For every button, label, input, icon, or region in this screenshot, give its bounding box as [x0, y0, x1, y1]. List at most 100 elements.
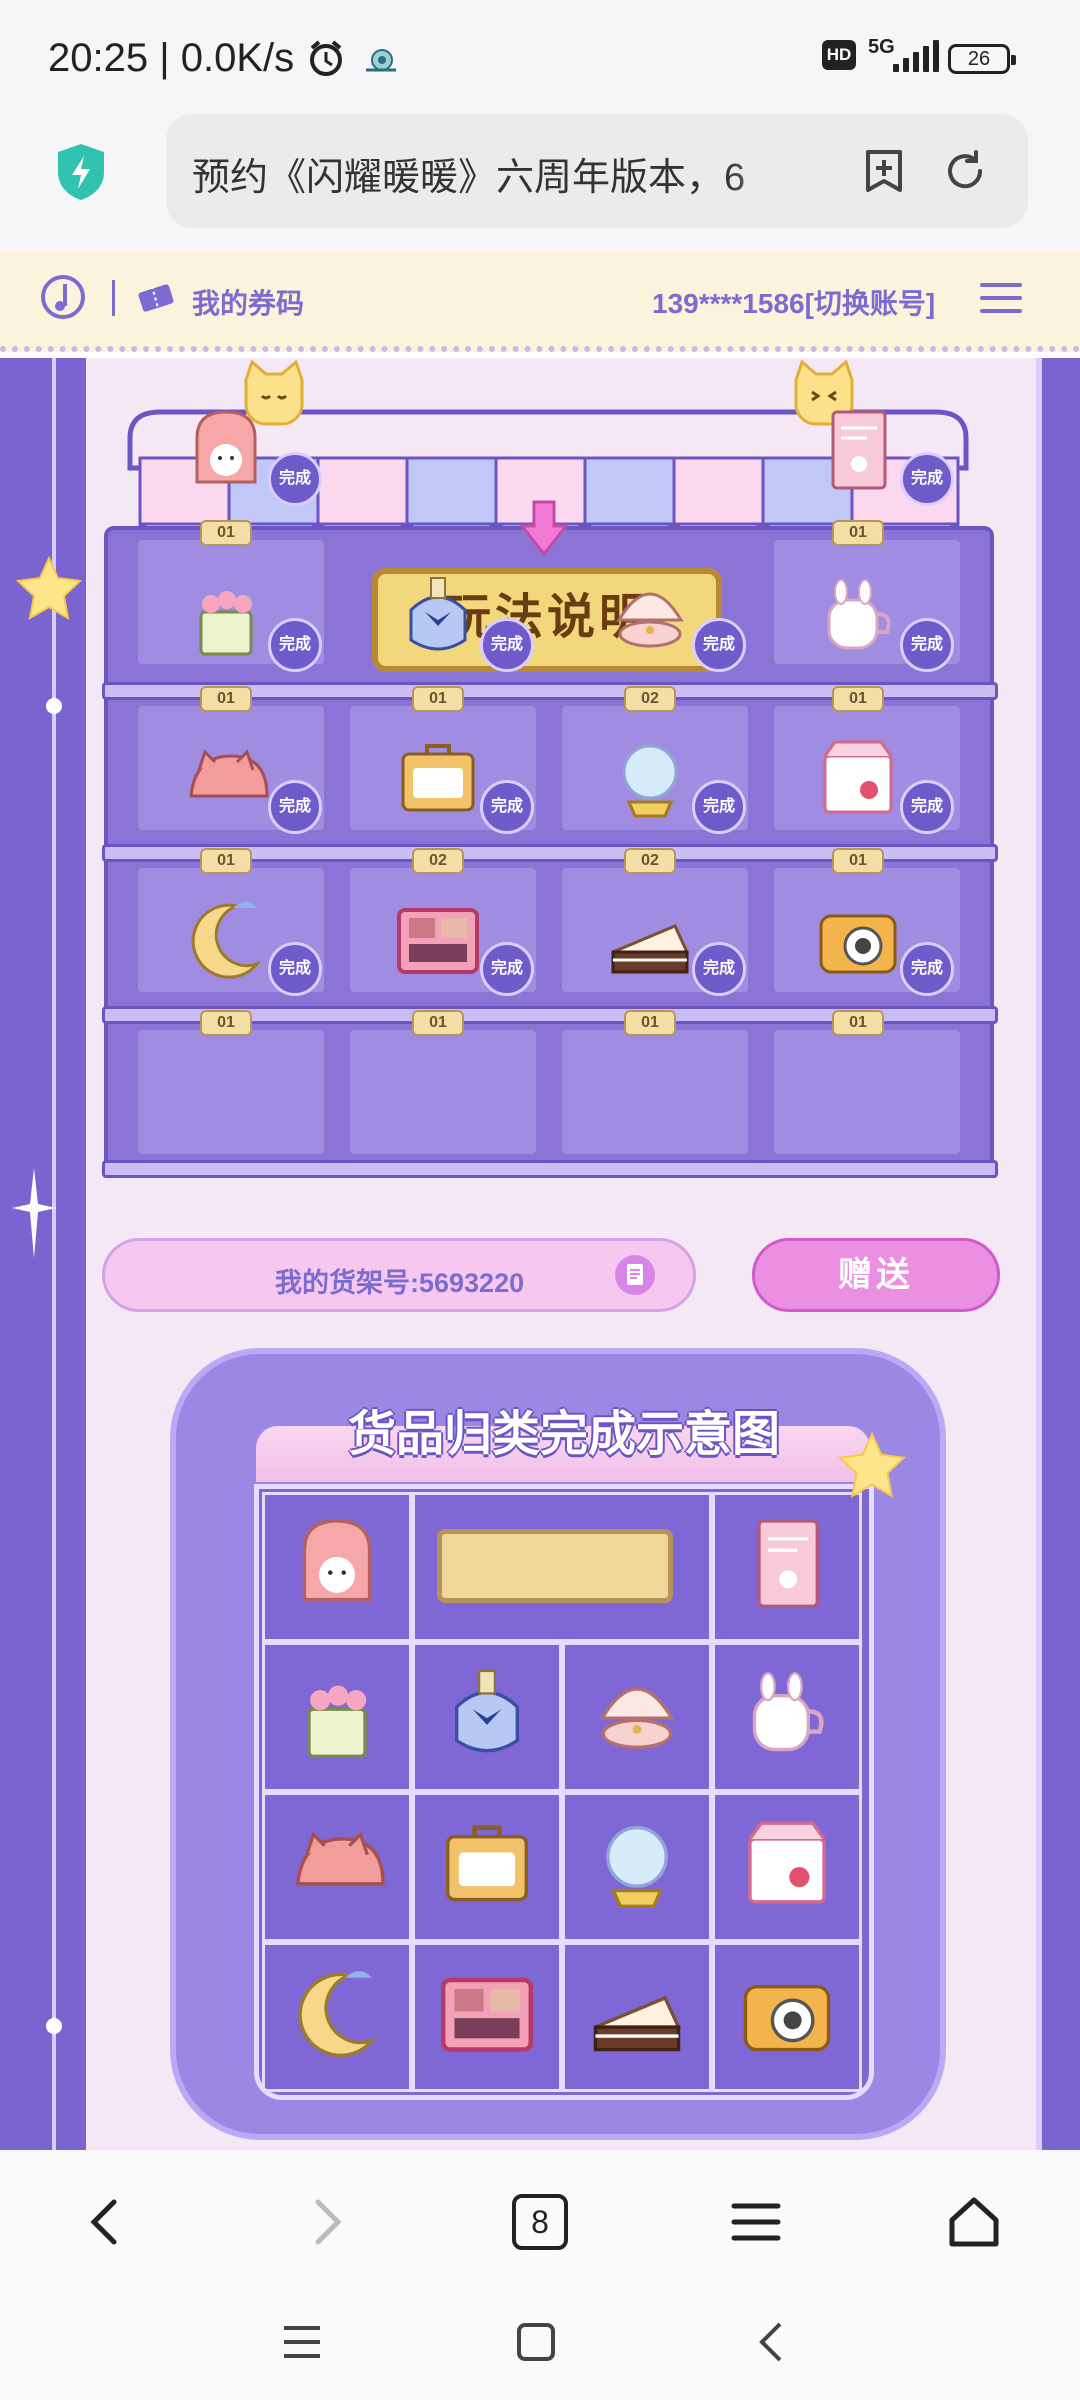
browser-toolbar: 8 — [0, 2150, 1080, 2290]
shelf-slot[interactable] — [774, 1030, 960, 1154]
menu-icon[interactable] — [728, 2194, 784, 2250]
cat-beret-item[interactable] — [177, 732, 275, 830]
home-button-icon[interactable] — [514, 2320, 558, 2364]
guide-cell — [412, 1492, 712, 1642]
my-coupon-link[interactable]: 我的券码 — [192, 282, 304, 322]
item-count-tag: 02 — [624, 848, 676, 874]
coupon-icon[interactable] — [138, 282, 174, 312]
copy-icon[interactable] — [615, 1255, 655, 1295]
photo-album-guide-icon — [757, 1519, 819, 1608]
bunny-backpack-item[interactable] — [177, 404, 275, 502]
crystal-ball-item[interactable] — [601, 732, 699, 830]
forward-icon[interactable] — [298, 2194, 354, 2250]
network-type: 5G — [868, 36, 895, 58]
item-count-tag: 01 — [624, 1010, 676, 1036]
cat-beret-guide-icon — [295, 1831, 385, 1886]
item-count-tag: 01 — [200, 520, 252, 546]
game-header: 我的券码 139****1586[切换账号] — [0, 252, 1080, 352]
status-bar: 20:25 | 0.0K/s HD 5G 26 — [0, 0, 1080, 112]
signal-icon — [893, 40, 939, 72]
item-count-tag: 01 — [200, 1010, 252, 1036]
chocolate-cake-item[interactable] — [601, 894, 699, 992]
chocolate-cake-guide-icon — [593, 1995, 682, 2052]
item-count-tag: 01 — [832, 848, 884, 874]
moon-pillow-guide-icon — [298, 1970, 377, 2057]
complete-badge: 完成 — [480, 942, 534, 996]
bunny-mug-guide-icon — [752, 1672, 824, 1752]
flower-basket-item[interactable] — [177, 570, 275, 668]
milk-carton-guide-icon — [748, 1821, 826, 1904]
bunny-mug-item[interactable] — [809, 570, 907, 668]
complete-badge: 完成 — [900, 452, 954, 506]
photo-album-item[interactable] — [809, 404, 907, 502]
star-decoration-icon — [15, 555, 83, 620]
browser-address-bar: 预约《闪耀暖暖》六周年版本，6 — [0, 112, 1080, 252]
hd-badge: HD — [822, 40, 856, 70]
home-icon[interactable] — [946, 2194, 1002, 2250]
item-count-tag: 02 — [624, 686, 676, 712]
star-decoration-icon — [837, 1431, 907, 1498]
perfume-bottle-item[interactable] — [389, 570, 487, 668]
camera-item[interactable] — [809, 894, 907, 992]
crystal-ball-guide-icon — [606, 1826, 668, 1908]
item-count-tag: 01 — [200, 686, 252, 712]
tabs-button[interactable]: 8 — [512, 2194, 568, 2250]
complete-badge: 完成 — [268, 618, 322, 672]
complete-badge: 完成 — [480, 780, 534, 834]
shelf-number-text: 我的货架号:5693220 — [275, 1268, 525, 1298]
complete-badge: 完成 — [692, 780, 746, 834]
url-field[interactable]: 预约《闪耀暖暖》六周年版本，6 — [166, 114, 1028, 228]
battery-icon: 26 — [948, 44, 1016, 74]
complete-badge: 完成 — [900, 618, 954, 672]
complete-badge: 完成 — [268, 942, 322, 996]
item-count-tag: 01 — [832, 686, 884, 712]
milk-carton-item[interactable] — [809, 732, 907, 830]
gift-button[interactable]: 赠送 — [752, 1238, 1000, 1312]
complete-badge: 完成 — [692, 618, 746, 672]
bunny-backpack-guide-icon — [302, 1519, 372, 1602]
nikki-palette-guide-icon — [440, 1977, 534, 2052]
perfume-bottle-guide-icon — [455, 1669, 519, 1753]
security-shield-icon[interactable] — [54, 142, 108, 202]
guide-grid — [254, 1484, 874, 2100]
status-time: 20:25 | 0.0K/s — [48, 36, 295, 80]
item-count-tag: 01 — [832, 1010, 884, 1036]
recents-icon[interactable] — [280, 2320, 324, 2364]
add-bookmark-icon[interactable] — [862, 148, 906, 194]
shell-ring-box-item[interactable] — [601, 570, 699, 668]
complete-badge: 完成 — [480, 618, 534, 672]
flower-basket-guide-icon — [307, 1685, 367, 1758]
item-count-tag: 02 — [412, 848, 464, 874]
moon-pillow-item[interactable] — [177, 894, 275, 992]
suitcase-item[interactable] — [389, 732, 487, 830]
suitcase-guide-icon — [446, 1825, 528, 1902]
complete-badge: 完成 — [268, 780, 322, 834]
system-nav-bar — [0, 2290, 1080, 2400]
back-button-icon[interactable] — [750, 2320, 794, 2364]
switch-account-link[interactable]: 139****1586[切换账号] — [652, 282, 935, 322]
shelf-number-field: 我的货架号:5693220 — [102, 1238, 696, 1312]
complete-badge: 完成 — [900, 942, 954, 996]
shelf-slot[interactable] — [350, 1030, 536, 1154]
item-count-tag: 01 — [832, 520, 884, 546]
complete-badge: 完成 — [692, 942, 746, 996]
shelf-slot[interactable] — [562, 1030, 748, 1154]
back-icon[interactable] — [78, 2194, 134, 2250]
menu-icon[interactable] — [980, 280, 1022, 316]
refresh-icon[interactable] — [942, 148, 988, 194]
item-count-tag: 01 — [200, 848, 252, 874]
shell-ring-box-guide-icon — [599, 1687, 675, 1749]
item-count-tag: 01 — [412, 1010, 464, 1036]
sparkle-icon — [12, 1168, 56, 1258]
camera-guide-icon — [743, 1985, 831, 2052]
complete-badge: 完成 — [268, 452, 322, 506]
alarm-icon — [310, 40, 342, 76]
completion-guide-panel: 货品归类完成示意图 — [170, 1348, 946, 2140]
music-toggle-icon[interactable] — [40, 274, 86, 320]
down-arrow-icon — [520, 500, 568, 556]
item-count-tag: 01 — [412, 686, 464, 712]
activity-area: 玩法说明 我的货架号:5693220 赠送 货品归类完成示意图 01 完成 01 完成… — [0, 358, 1080, 2150]
complete-badge: 完成 — [900, 780, 954, 834]
shelf-slot[interactable] — [138, 1030, 324, 1154]
nikki-palette-item[interactable] — [389, 894, 487, 992]
